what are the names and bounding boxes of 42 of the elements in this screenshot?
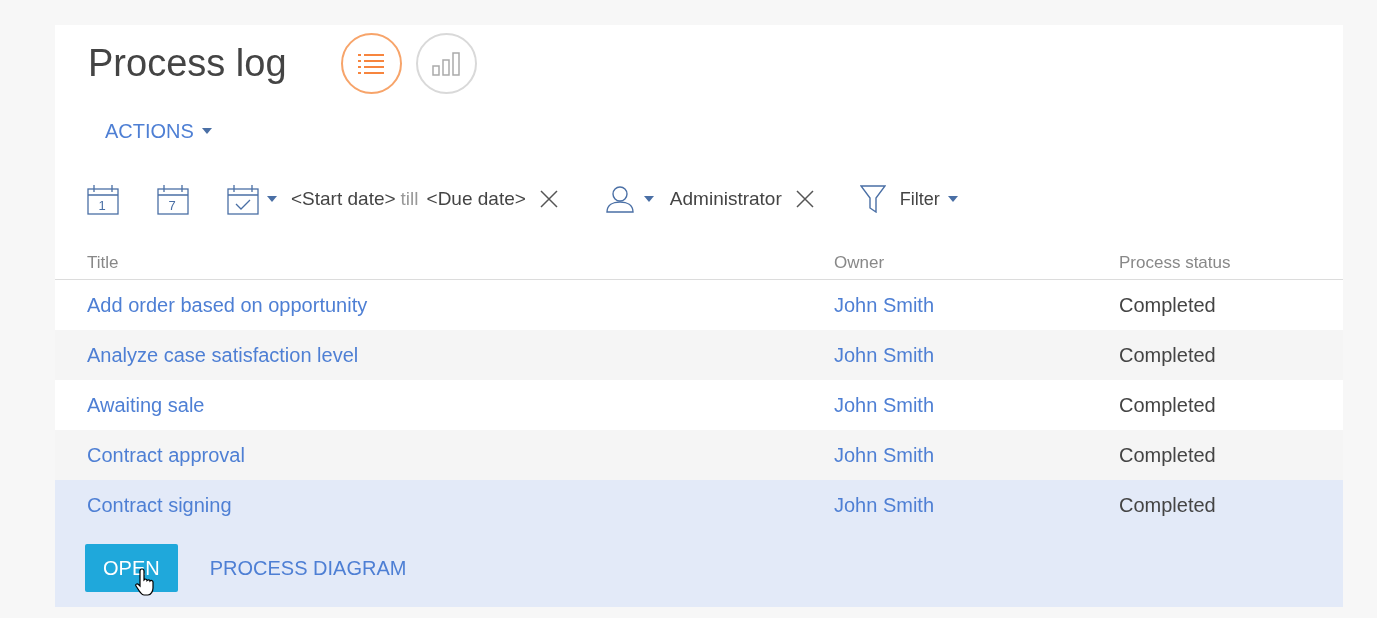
due-date-text[interactable]: <Due date>: [426, 184, 526, 214]
process-diagram-button[interactable]: PROCESS DIAGRAM: [209, 553, 407, 583]
owner-link[interactable]: John Smith: [834, 440, 1119, 470]
column-header[interactable]: Title: [55, 249, 834, 276]
table-row[interactable]: Contract signing John Smith Completed OPEN PROCESS DIAGRAM: [55, 480, 1343, 607]
status-text: Completed: [1119, 443, 1217, 468]
process-title-link[interactable]: Contract approval: [55, 440, 834, 470]
column-header[interactable]: Owner: [834, 249, 1119, 276]
process-title-link[interactable]: Add order based on opportunity: [55, 290, 834, 320]
owner-link[interactable]: John Smith: [834, 490, 1119, 520]
page-title: Process log: [88, 41, 287, 86]
close-icon[interactable]: [539, 190, 558, 208]
owner-link[interactable]: John Smith: [834, 290, 1119, 320]
status-text: Completed: [1119, 343, 1217, 368]
filter-icon[interactable]: [859, 185, 886, 213]
status-text: Completed: [1119, 493, 1217, 518]
process-title-link[interactable]: Analyze case satisfaction level: [55, 340, 834, 370]
owner-link[interactable]: John Smith: [834, 390, 1119, 420]
list-icon: [358, 52, 385, 75]
table-row[interactable]: Contract approval John Smith Completed: [55, 430, 1343, 480]
bar-chart-icon: [432, 51, 461, 76]
view-toggle-button[interactable]: [415, 33, 477, 94]
status-text: Completed: [1119, 293, 1217, 318]
actions-button[interactable]: ACTIONS: [105, 116, 212, 146]
owner-filter-text: Administrator: [669, 186, 782, 211]
process-title-link[interactable]: Contract signing: [55, 490, 834, 520]
view-toggle-button[interactable]: [340, 33, 402, 94]
close-icon[interactable]: [795, 190, 814, 208]
caret-icon: [201, 128, 212, 134]
table-row[interactable]: Analyze case satisfaction level John Smith Completed: [55, 330, 1343, 380]
till-text: till: [400, 186, 419, 211]
start-date-text[interactable]: <Start date>: [291, 184, 396, 214]
user-icon[interactable]: [605, 185, 634, 213]
caret-icon: [947, 196, 958, 202]
filter-button[interactable]: Filter: [899, 185, 958, 213]
column-header[interactable]: Process status: [1119, 249, 1343, 276]
status-text: Completed: [1119, 393, 1217, 418]
calendar-icon[interactable]: [225, 182, 259, 216]
caret-icon: [267, 196, 277, 202]
process-title-link[interactable]: Awaiting sale: [55, 390, 834, 420]
caret-icon: [643, 196, 654, 202]
owner-link[interactable]: John Smith: [834, 340, 1119, 370]
